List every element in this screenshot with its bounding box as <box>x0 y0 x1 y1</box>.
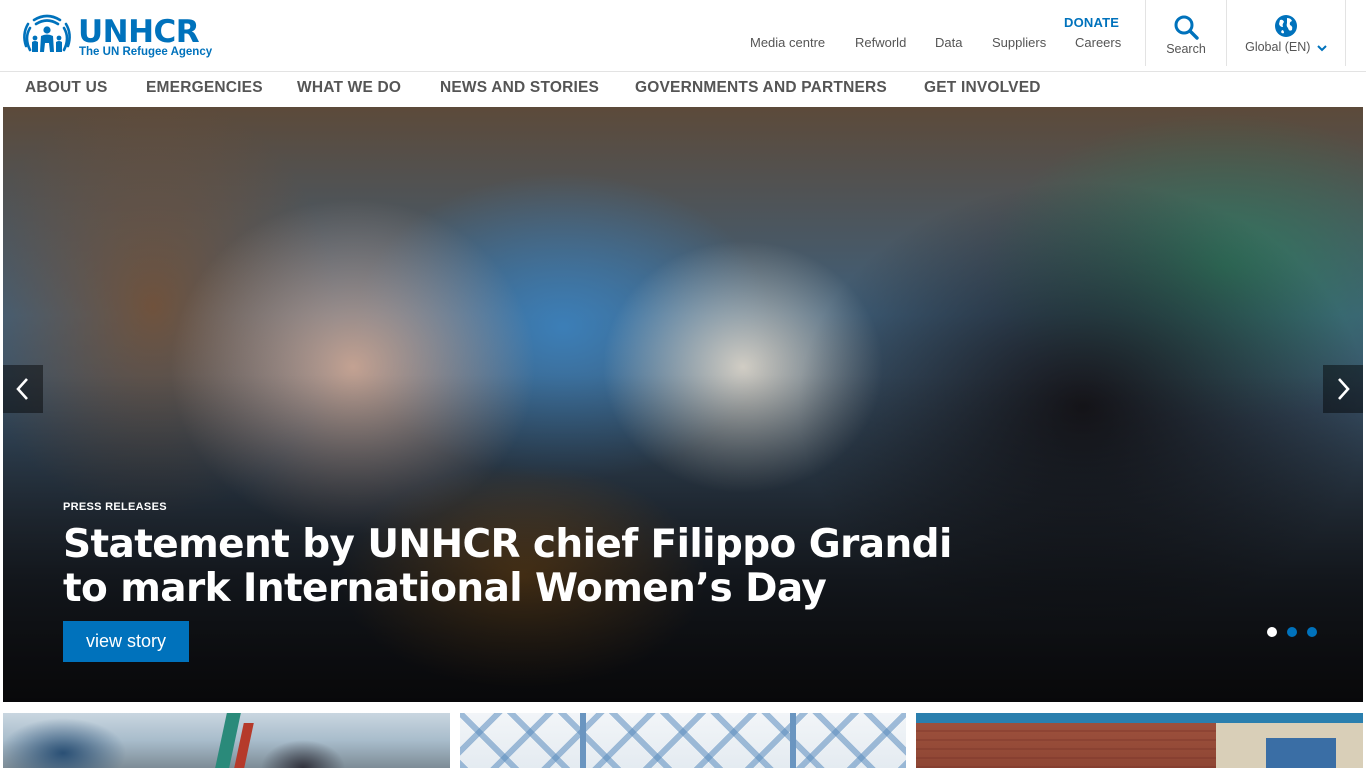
search-icon <box>1174 15 1199 40</box>
utility-link-media-centre[interactable]: Media centre <box>750 35 825 51</box>
utility-link-data[interactable]: Data <box>935 35 962 51</box>
teaser-card-1[interactable] <box>3 713 450 768</box>
nav-emergencies[interactable]: EMERGENCIES <box>146 79 263 97</box>
donate-link[interactable]: DONATE <box>1064 15 1119 31</box>
language-value: Global (EN) <box>1245 40 1311 54</box>
utility-link-careers[interactable]: Careers <box>1075 35 1121 51</box>
utility-link-refworld[interactable]: Refworld <box>855 35 906 51</box>
search-label: Search <box>1166 42 1206 56</box>
hero-category: PRESS RELEASES <box>63 501 167 513</box>
carousel-prev-button[interactable] <box>3 365 43 413</box>
search-button[interactable]: Search <box>1150 14 1222 57</box>
header-divider <box>1145 0 1146 66</box>
hero-image <box>3 107 1363 702</box>
teaser-image <box>916 713 1363 723</box>
chevron-down-icon <box>1317 45 1327 52</box>
nav-what-we-do[interactable]: WHAT WE DO <box>297 79 401 97</box>
teaser-image-detail <box>790 713 796 768</box>
teaser-card-2[interactable] <box>460 713 906 768</box>
globe-icon <box>1275 15 1297 37</box>
carousel-dot-1[interactable] <box>1267 627 1277 637</box>
header-divider <box>1345 0 1346 66</box>
carousel-dot-3[interactable] <box>1307 627 1317 637</box>
hero-carousel: PRESS RELEASES Statement by UNHCR chief … <box>3 107 1363 702</box>
logo-tagline: The UN Refugee Agency <box>79 46 213 58</box>
teaser-image-detail <box>1266 738 1336 768</box>
logo-wordmark: UNHCR <box>78 14 200 50</box>
hero-headline[interactable]: Statement by UNHCR chief Filippo Grandi … <box>63 523 993 611</box>
nav-get-involved[interactable]: GET INVOLVED <box>924 79 1041 97</box>
header-divider <box>1226 0 1227 66</box>
utility-link-suppliers[interactable]: Suppliers <box>992 35 1046 51</box>
main-navigation: ABOUT US EMERGENCIES WHAT WE DO NEWS AND… <box>0 72 1366 106</box>
site-header: UNHCR The UN Refugee Agency DONATE Media… <box>0 0 1366 72</box>
unhcr-emblem-icon <box>23 14 71 52</box>
nav-news-and-stories[interactable]: NEWS AND STORIES <box>440 79 599 97</box>
view-story-button[interactable]: view story <box>63 621 189 662</box>
chevron-left-icon <box>16 378 28 400</box>
language-selector[interactable]: Global (EN) <box>1238 14 1334 55</box>
carousel-next-button[interactable] <box>1323 365 1363 413</box>
language-label: Global (EN) <box>1238 40 1334 55</box>
nav-about-us[interactable]: ABOUT US <box>25 79 108 97</box>
carousel-dot-2[interactable] <box>1287 627 1297 637</box>
unhcr-logo[interactable]: UNHCR The UN Refugee Agency <box>20 12 220 62</box>
chevron-right-icon <box>1338 378 1350 400</box>
teaser-image <box>580 713 586 768</box>
nav-governments-and-partners[interactable]: GOVERNMENTS AND PARTNERS <box>635 79 887 97</box>
teaser-card-3[interactable] <box>916 713 1363 768</box>
